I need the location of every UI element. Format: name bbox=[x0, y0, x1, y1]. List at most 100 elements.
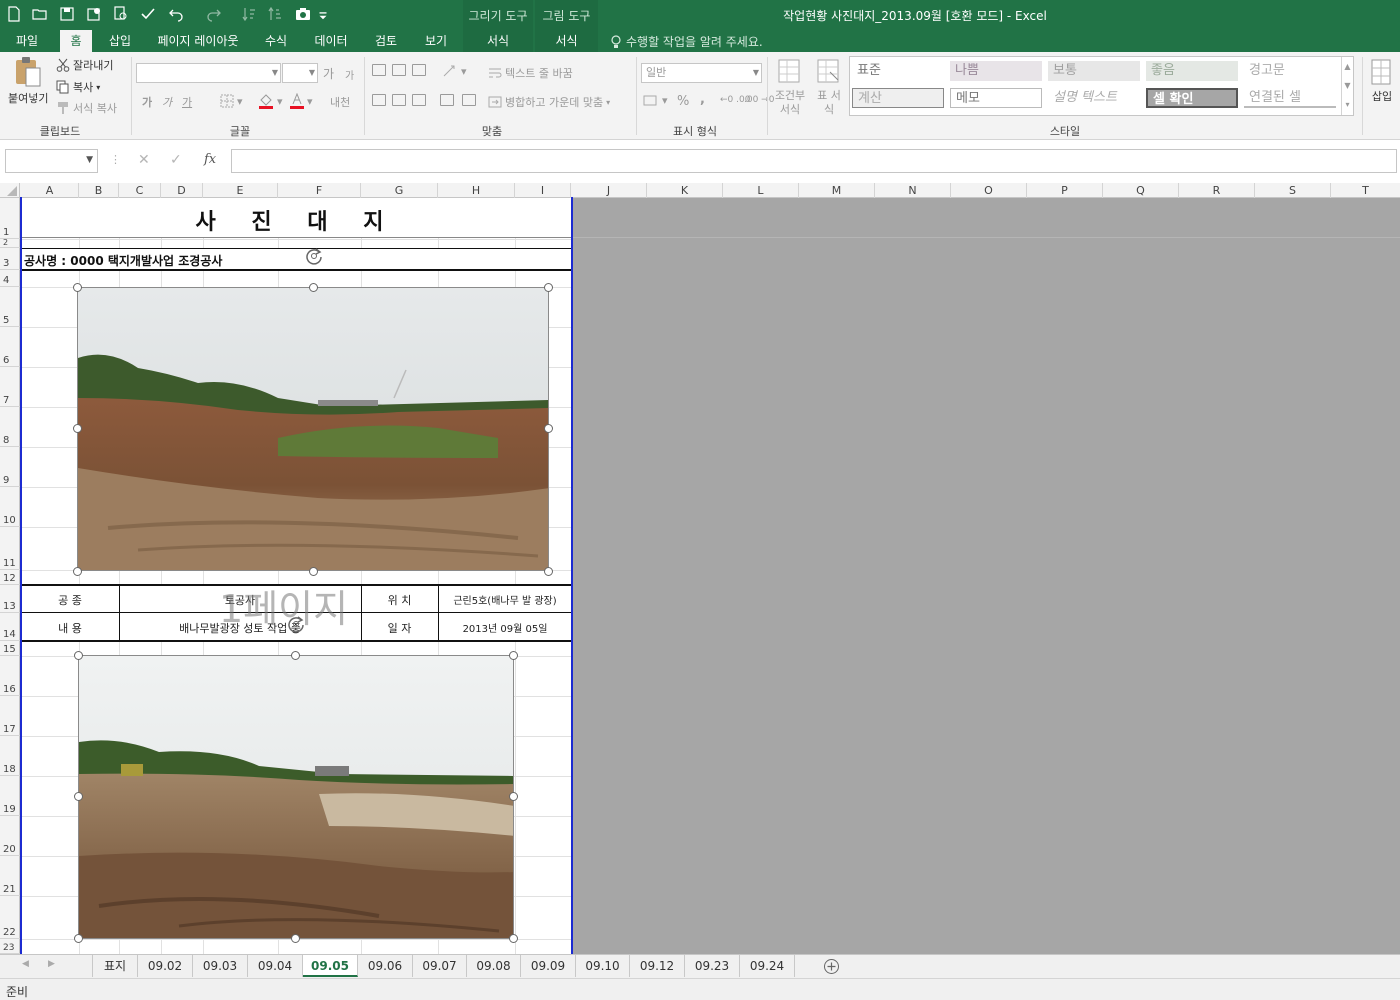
redo-icon[interactable] bbox=[203, 3, 225, 25]
column-header-c[interactable]: C bbox=[119, 183, 161, 198]
style-neutral[interactable]: 보통 bbox=[1048, 61, 1140, 81]
shrink-font-button[interactable]: 가 bbox=[345, 67, 354, 82]
row-header[interactable]: 12 bbox=[0, 570, 20, 585]
insert-function-icon[interactable]: fx bbox=[204, 152, 216, 167]
percent-button[interactable]: % bbox=[677, 94, 689, 109]
phonetic-button[interactable]: 내천 bbox=[330, 94, 350, 110]
sort-descending-icon[interactable] bbox=[264, 3, 286, 25]
column-header-d[interactable]: D bbox=[161, 183, 203, 198]
column-header-i[interactable]: I bbox=[515, 183, 571, 198]
work-type-label[interactable]: 공 종 bbox=[21, 592, 119, 608]
wrap-text-button[interactable]: 텍스트 줄 바꿈 bbox=[488, 65, 573, 81]
style-note[interactable]: 메모 bbox=[950, 88, 1042, 108]
sheet-tab[interactable]: 09.24 bbox=[740, 955, 795, 977]
style-good[interactable]: 좋음 bbox=[1146, 61, 1238, 81]
spelling-check-icon[interactable] bbox=[137, 3, 159, 25]
column-header-n[interactable]: N bbox=[875, 183, 951, 198]
row-header[interactable]: 1 bbox=[0, 198, 20, 239]
scroll-tabs-left-icon[interactable]: ◀ bbox=[22, 959, 29, 969]
resize-handle[interactable] bbox=[291, 934, 300, 943]
tab-file[interactable]: 파일 bbox=[4, 30, 50, 52]
column-header-j[interactable]: J bbox=[571, 183, 647, 198]
increase-indent-icon[interactable] bbox=[462, 94, 476, 106]
tab-insert[interactable]: 삽입 bbox=[100, 30, 140, 52]
site-photo-2[interactable] bbox=[78, 655, 514, 939]
new-file-icon[interactable] bbox=[3, 3, 25, 25]
font-color-button[interactable]: ▾ bbox=[290, 93, 313, 109]
column-header-o[interactable]: O bbox=[951, 183, 1027, 198]
column-header-m[interactable]: M bbox=[799, 183, 875, 198]
sheet-tab[interactable]: 09.04 bbox=[248, 955, 303, 977]
row-header[interactable]: 13 bbox=[0, 585, 20, 613]
cut-button[interactable]: 잘라내기 bbox=[56, 57, 113, 73]
resize-handle[interactable] bbox=[309, 567, 318, 576]
column-header-t[interactable]: T bbox=[1331, 183, 1400, 198]
open-folder-icon[interactable] bbox=[29, 3, 51, 25]
resize-handle[interactable] bbox=[544, 567, 553, 576]
row-header[interactable]: 20 bbox=[0, 816, 20, 856]
accounting-format-icon[interactable]: ▾ bbox=[643, 94, 668, 107]
row-header[interactable]: 21 bbox=[0, 856, 20, 896]
sheet-tab[interactable]: 09.09 bbox=[521, 955, 576, 977]
row-header[interactable]: 3 bbox=[0, 248, 20, 270]
row-header[interactable]: 10 bbox=[0, 487, 20, 527]
date-label[interactable]: 일 자 bbox=[361, 620, 438, 636]
align-center-icon[interactable] bbox=[392, 94, 406, 106]
enter-icon[interactable]: ✓ bbox=[170, 152, 182, 168]
sheet-tab[interactable]: 09.07 bbox=[413, 955, 467, 977]
tab-page-layout[interactable]: 페이지 레이아웃 bbox=[148, 30, 248, 52]
row-header[interactable]: 14 bbox=[0, 613, 20, 641]
tab-drawing-format[interactable]: 서식 bbox=[463, 30, 533, 52]
column-header-f[interactable]: F bbox=[278, 183, 361, 198]
worksheet-grid[interactable]: 사 진 대 지 공사명 : 0000 택지개발사업 조경공사 공 종 토공사 위… bbox=[21, 198, 572, 954]
cancel-icon[interactable]: ✕ bbox=[138, 152, 150, 168]
align-top-icon[interactable] bbox=[372, 64, 386, 76]
copy-button[interactable]: 복사 ▾ bbox=[56, 79, 100, 95]
sheet-tab[interactable]: 09.10 bbox=[576, 955, 630, 977]
orientation-icon[interactable]: ▾ bbox=[442, 64, 467, 78]
print-preview-icon[interactable] bbox=[110, 3, 132, 25]
style-check-cell[interactable]: 셀 확인 bbox=[1146, 88, 1238, 108]
tab-data[interactable]: 데이터 bbox=[306, 30, 356, 52]
sheet-tab[interactable]: 09.08 bbox=[467, 955, 521, 977]
customize-toolbar-icon[interactable] bbox=[316, 3, 330, 25]
resize-handle[interactable] bbox=[509, 651, 518, 660]
style-warning[interactable]: 경고문 bbox=[1244, 61, 1336, 81]
tab-view[interactable]: 보기 bbox=[416, 30, 456, 52]
row-header[interactable]: 2 bbox=[0, 238, 20, 248]
formula-input[interactable] bbox=[231, 149, 1397, 173]
resize-handle[interactable] bbox=[74, 934, 83, 943]
non-print-area[interactable] bbox=[572, 198, 1400, 954]
column-header-s[interactable]: S bbox=[1255, 183, 1331, 198]
column-header-k[interactable]: K bbox=[647, 183, 723, 198]
decrease-decimal-button[interactable]: .00 →0 bbox=[744, 95, 774, 105]
tell-me-search[interactable]: 수행할 작업을 알려 주세요. bbox=[610, 33, 763, 50]
name-box[interactable]: ▼ bbox=[5, 149, 98, 173]
save-icon[interactable] bbox=[56, 3, 78, 25]
column-header-p[interactable]: P bbox=[1027, 183, 1103, 198]
resize-handle[interactable] bbox=[73, 283, 82, 292]
resize-handle[interactable] bbox=[73, 567, 82, 576]
sort-ascending-icon[interactable] bbox=[238, 3, 260, 25]
sheet-tab-active[interactable]: 09.05 bbox=[303, 955, 358, 977]
sheet-tab[interactable]: 09.03 bbox=[193, 955, 248, 977]
number-format-select[interactable]: 일반 ▼ bbox=[641, 63, 762, 83]
fill-color-button[interactable]: ▾ bbox=[258, 93, 283, 109]
paste-button[interactable]: 붙여넣기 bbox=[8, 56, 48, 106]
merge-center-button[interactable]: 병합하고 가운데 맞춤 ▾ bbox=[488, 94, 610, 110]
row-header[interactable]: 8 bbox=[0, 407, 20, 447]
sheet-tab[interactable]: 09.12 bbox=[630, 955, 685, 977]
location-value[interactable]: 근린5호(배나무 발 광장) bbox=[438, 592, 572, 607]
camera-icon[interactable] bbox=[292, 3, 314, 25]
row-header[interactable]: 16 bbox=[0, 656, 20, 696]
save-all-icon[interactable] bbox=[83, 3, 105, 25]
tab-home[interactable]: 홈 bbox=[60, 30, 92, 52]
style-calculation[interactable]: 계산 bbox=[852, 88, 944, 108]
row-header[interactable]: 9 bbox=[0, 447, 20, 487]
align-left-icon[interactable] bbox=[372, 94, 386, 106]
comma-button[interactable]: , bbox=[700, 92, 705, 107]
resize-handle[interactable] bbox=[544, 283, 553, 292]
align-right-icon[interactable] bbox=[412, 94, 426, 106]
row-header[interactable]: 23 bbox=[0, 939, 20, 954]
tab-formulas[interactable]: 수식 bbox=[256, 30, 296, 52]
